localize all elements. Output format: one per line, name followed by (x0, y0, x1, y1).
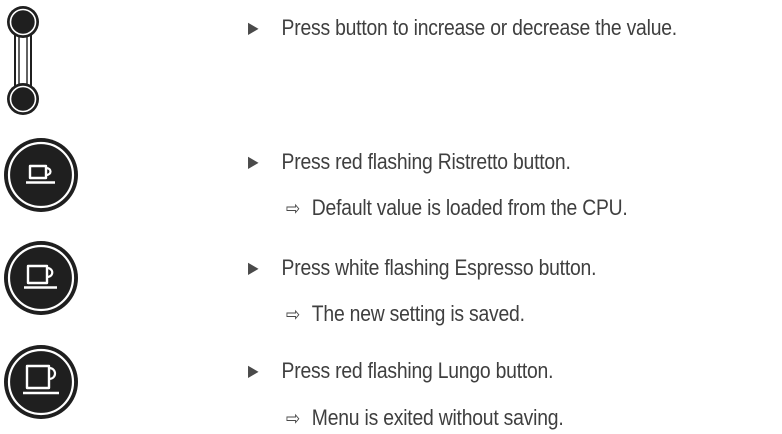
step-text: Press button to increase or decrease the… (281, 15, 678, 40)
espresso-button-icon (4, 241, 78, 315)
step-text: Press red flashing Ristretto button. (281, 149, 571, 174)
step-marker-icon: ▶ (248, 260, 259, 277)
result-arrow-icon: ⇨ (286, 304, 301, 326)
instruction-result-4: ⇨ Menu is exited without saving. (286, 404, 564, 433)
instruction-step-4: ▶ Press red flashing Lungo button. (248, 357, 553, 386)
step-text: Press red flashing Lungo button. (281, 358, 554, 383)
result-arrow-icon: ⇨ (286, 198, 301, 220)
instruction-result-3: ⇨ The new setting is saved. (286, 300, 525, 329)
ristretto-button-icon (4, 138, 78, 212)
result-text: The new setting is saved. (311, 301, 525, 326)
step-marker-icon: ▶ (248, 20, 259, 37)
lungo-button-icon (4, 345, 78, 419)
step-marker-icon: ▶ (248, 363, 259, 380)
instruction-result-2: ⇨ Default value is loaded from the CPU. (286, 194, 628, 223)
result-arrow-icon: ⇨ (286, 408, 301, 430)
result-text: Default value is loaded from the CPU. (311, 195, 628, 220)
result-text: Menu is exited without saving. (311, 405, 564, 430)
step-marker-icon: ▶ (248, 154, 259, 171)
instruction-step-3: ▶ Press white flashing Espresso button. (248, 254, 596, 283)
instruction-step-2: ▶ Press red flashing Ristretto button. (248, 148, 571, 177)
up-down-buttons-icon (7, 6, 39, 115)
step-text: Press white flashing Espresso button. (281, 255, 597, 280)
instruction-step-1: ▶ Press button to increase or decrease th… (248, 14, 677, 43)
